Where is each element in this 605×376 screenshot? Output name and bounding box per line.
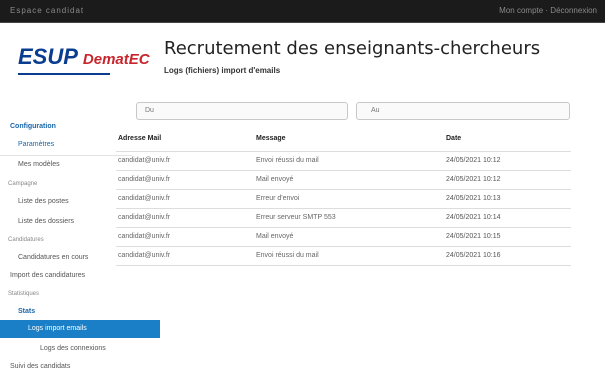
filter-from-label: Du [145,107,154,114]
filter-from[interactable]: Du [136,102,348,120]
cell-email: candidat@univ.fr [118,157,171,164]
page-subtitle: Logs (fichiers) import d'emails [164,66,281,75]
logo-esup: ESUP [18,44,78,69]
col-header-email[interactable]: Adresse Mail [118,135,161,149]
cell-date: 24/05/2021 10:15 [446,233,501,240]
app-logo[interactable]: ESUP DematEC [18,44,150,70]
sidebar-section-statistiques: Statistiques [8,291,40,297]
sidebar: Configuration Paramètres Mes modèles Cam… [0,115,160,371]
topbar-left-text[interactable]: Espace candidat [10,6,84,15]
sidebar-item-stats[interactable]: Stats [0,303,150,321]
col-header-message[interactable]: Message [256,135,286,149]
filter-to-label: Au [371,107,380,114]
cell-email: candidat@univ.fr [118,176,171,183]
sidebar-item-suivi-candidats[interactable]: Suivi des candidats [0,358,142,376]
cell-message: Erreur d'envoi [256,195,300,202]
cell-date: 24/05/2021 10:16 [446,252,501,259]
page-title: Recrutement des enseignants-chercheurs [164,38,541,59]
header: ESUP DematEC Recrutement des enseignants-… [0,22,605,96]
logo-dematec: DematEC [82,51,150,68]
table-header-divider [116,151,571,152]
topbar-right-links[interactable]: Mon compte · Déconnexion [499,6,597,15]
row-divider [116,227,571,228]
cell-message: Mail envoyé [256,176,294,183]
sidebar-item-logs-connexions[interactable]: Logs des connexions [0,340,172,358]
cell-date: 24/05/2021 10:14 [446,214,501,221]
cell-date: 24/05/2021 10:12 [446,176,501,183]
logo-underline [18,73,110,75]
row-divider [116,246,571,247]
col-header-date[interactable]: Date [446,135,461,149]
cell-message: Mail envoyé [256,233,294,240]
cell-email: candidat@univ.fr [118,252,171,259]
cell-message: Envoi réussi du mail [256,252,319,259]
cell-date: 24/05/2021 10:12 [446,157,501,164]
cell-email: candidat@univ.fr [118,214,171,221]
top-bar: Espace candidat Mon compte · Déconnexion [0,0,605,23]
sidebar-item-configuration[interactable]: Configuration [0,118,142,136]
cell-email: candidat@univ.fr [118,195,171,202]
row-divider [116,189,571,190]
sidebar-item-import-candidatures[interactable]: Import des candidatures [0,267,142,285]
sidebar-item-logs-import[interactable]: Logs import emails [0,320,160,338]
row-divider [116,170,571,171]
cell-message: Envoi réussi du mail [256,157,319,164]
cell-message: Erreur serveur SMTP 553 [256,214,336,221]
row-divider [116,208,571,209]
cell-date: 24/05/2021 10:13 [446,195,501,202]
filter-to[interactable]: Au [356,102,570,120]
row-divider [116,265,571,266]
cell-email: candidat@univ.fr [118,233,171,240]
